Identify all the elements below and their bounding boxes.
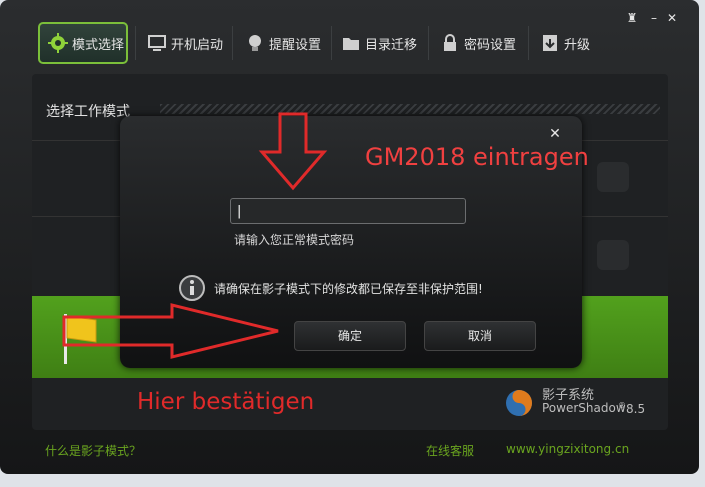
tab-startup[interactable]: 开机启动: [147, 22, 223, 64]
registered-mark: ®: [618, 401, 626, 410]
annotation-top-text: GM2018 eintragen: [365, 143, 589, 171]
divider: [428, 26, 429, 60]
password-hint: 请输入您正常模式密码: [234, 233, 355, 247]
info-message: 请确保在影子模式下的修改都已保存至非保护范围!: [214, 282, 483, 296]
tab-label: 模式选择: [72, 37, 125, 53]
minimize-button[interactable]: –: [646, 12, 662, 24]
tab-dir-migration[interactable]: 目录迁移: [341, 22, 417, 64]
brand-product: PowerShadow: [542, 401, 626, 415]
annotation-arrow-down-icon: [258, 112, 328, 191]
bulb-icon: [249, 35, 261, 51]
help-link[interactable]: 什么是影子模式？: [45, 442, 141, 459]
powershadow-logo-icon: [506, 390, 532, 416]
tab-label: 升级: [564, 37, 591, 53]
gear-icon: [48, 33, 68, 53]
divider: [232, 26, 233, 60]
tab-label: 提醒设置: [269, 37, 322, 53]
lock-icon: [444, 34, 456, 51]
tab-label: 开机启动: [171, 37, 224, 53]
skin-icon[interactable]: ♜: [624, 12, 640, 24]
ok-button[interactable]: 确定: [294, 321, 406, 351]
tab-label: 密码设置: [464, 37, 517, 53]
folder-icon: [343, 38, 359, 50]
version-number: 8.5: [626, 402, 646, 416]
annotation-bottom-text: Hier bestätigen: [137, 389, 315, 415]
mode-option-button[interactable]: [597, 162, 629, 192]
section-divider: [160, 104, 660, 114]
close-window-button[interactable]: ✕: [664, 12, 680, 24]
tab-reminder[interactable]: 提醒设置: [245, 22, 321, 64]
tab-label: 目录迁移: [365, 37, 418, 53]
dialog-close-button[interactable]: ✕: [548, 126, 562, 142]
annotation-arrow-right-icon: [62, 303, 279, 359]
mode-option-button[interactable]: [597, 240, 629, 270]
app-window: ♜ – ✕ 模式选择 开机启动 提醒设置 目录迁移 密码设置 升级 选择工作模式…: [0, 0, 699, 474]
upgrade-icon: [543, 35, 557, 51]
brand-block: 影子系统 PowerShadow ®8.5: [500, 384, 660, 424]
tab-mode-select[interactable]: 模式选择: [38, 22, 128, 64]
tab-password[interactable]: 密码设置: [440, 22, 516, 64]
section-title: 选择工作模式: [46, 104, 130, 120]
tab-upgrade[interactable]: 升级: [540, 22, 590, 64]
info-icon: [179, 275, 205, 301]
password-input[interactable]: [230, 198, 466, 224]
divider: [135, 26, 136, 60]
cancel-button[interactable]: 取消: [424, 321, 536, 351]
divider: [331, 26, 332, 60]
support-link[interactable]: 在线客服: [426, 442, 474, 459]
monitor-icon: [148, 35, 166, 51]
divider: [528, 26, 529, 60]
website-link[interactable]: www.yingzixitong.cn: [506, 442, 629, 456]
brand-version: ®8.5: [618, 401, 645, 416]
